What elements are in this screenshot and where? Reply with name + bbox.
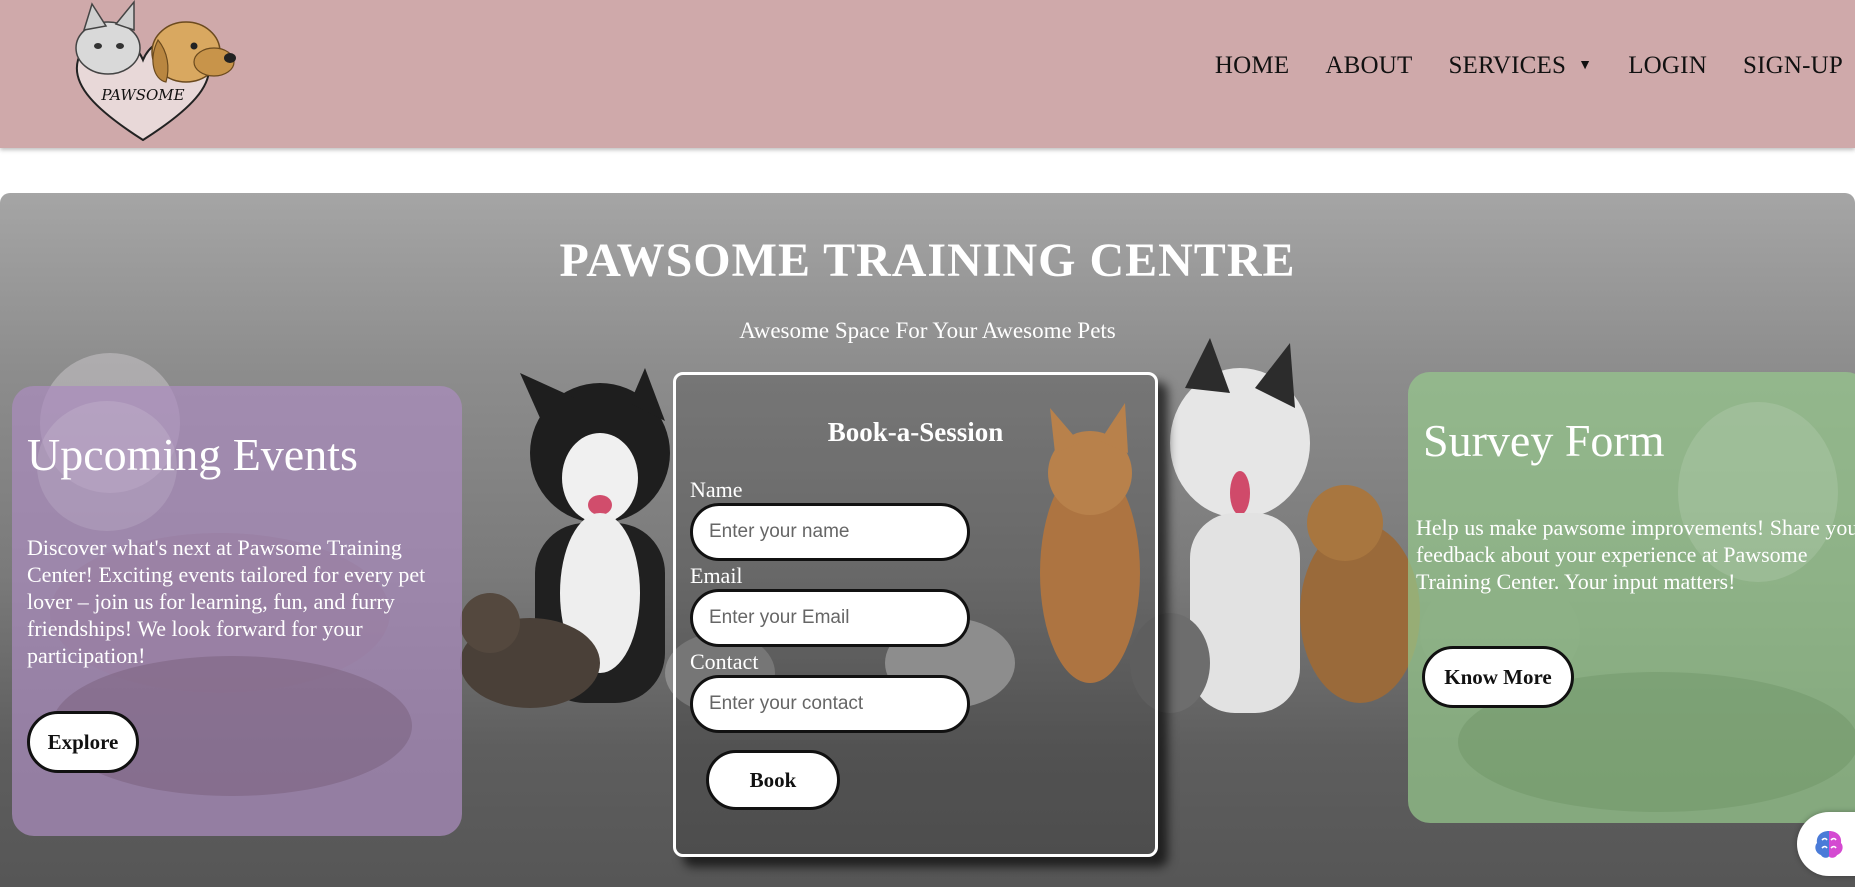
nav-home-label: HOME bbox=[1214, 52, 1290, 79]
page-subtitle: Awesome Space For Your Awesome Pets bbox=[739, 318, 1116, 343]
nav-home[interactable]: HOME bbox=[1215, 52, 1289, 80]
nav-login-label: LOGIN bbox=[1628, 52, 1707, 79]
nav-signup[interactable]: SIGN-UP bbox=[1743, 52, 1843, 80]
survey-description: Help us make pawsome improvements! Share… bbox=[1416, 515, 1855, 594]
page-title: PAWSOME TRAINING CENTRE bbox=[559, 234, 1296, 287]
site-header: PAWSOME HOME ABOUT SERVICES ▼ LOGIN SIGN-… bbox=[0, 0, 1855, 148]
pawsome-logo[interactable]: PAWSOME bbox=[36, 0, 250, 146]
main-nav: HOME ABOUT SERVICES ▼ LOGIN SIGN-UP bbox=[1179, 52, 1843, 80]
nav-services-label: SERVICES bbox=[1448, 52, 1567, 79]
book-session-form: Book-a-Session Name Email Contact Book bbox=[673, 372, 1158, 857]
hero-section: PAWSOME TRAINING CENTRE Awesome Space Fo… bbox=[0, 193, 1855, 887]
assistant-widget[interactable] bbox=[1797, 812, 1855, 876]
nav-about-label: ABOUT bbox=[1325, 52, 1413, 79]
nav-about[interactable]: ABOUT bbox=[1325, 52, 1412, 80]
nav-services[interactable]: SERVICES ▼ bbox=[1448, 52, 1592, 80]
email-label: Email bbox=[690, 563, 743, 588]
contact-input[interactable] bbox=[690, 675, 970, 733]
book-session-title: Book-a-Session bbox=[827, 417, 1004, 447]
email-input[interactable] bbox=[690, 589, 970, 647]
events-description: Discover what's next at Pawsome Training… bbox=[27, 535, 426, 668]
caret-down-icon: ▼ bbox=[1578, 58, 1593, 73]
explore-button[interactable]: Explore bbox=[27, 711, 139, 773]
name-input[interactable] bbox=[690, 503, 970, 561]
survey-form-card: Survey Form Help us make pawsome improve… bbox=[1408, 372, 1855, 823]
events-title: Upcoming Events bbox=[27, 429, 358, 480]
svg-text:PAWSOME: PAWSOME bbox=[100, 86, 184, 104]
upcoming-events-card: Upcoming Events Discover what's next at … bbox=[12, 386, 462, 836]
nav-login[interactable]: LOGIN bbox=[1628, 52, 1707, 80]
know-more-button[interactable]: Know More bbox=[1422, 646, 1574, 708]
survey-title: Survey Form bbox=[1423, 415, 1665, 466]
nav-signup-label: SIGN-UP bbox=[1742, 52, 1843, 79]
book-button[interactable]: Book bbox=[706, 750, 840, 810]
brain-icon bbox=[1815, 831, 1843, 858]
contact-label: Contact bbox=[690, 649, 759, 674]
name-label: Name bbox=[690, 477, 743, 502]
